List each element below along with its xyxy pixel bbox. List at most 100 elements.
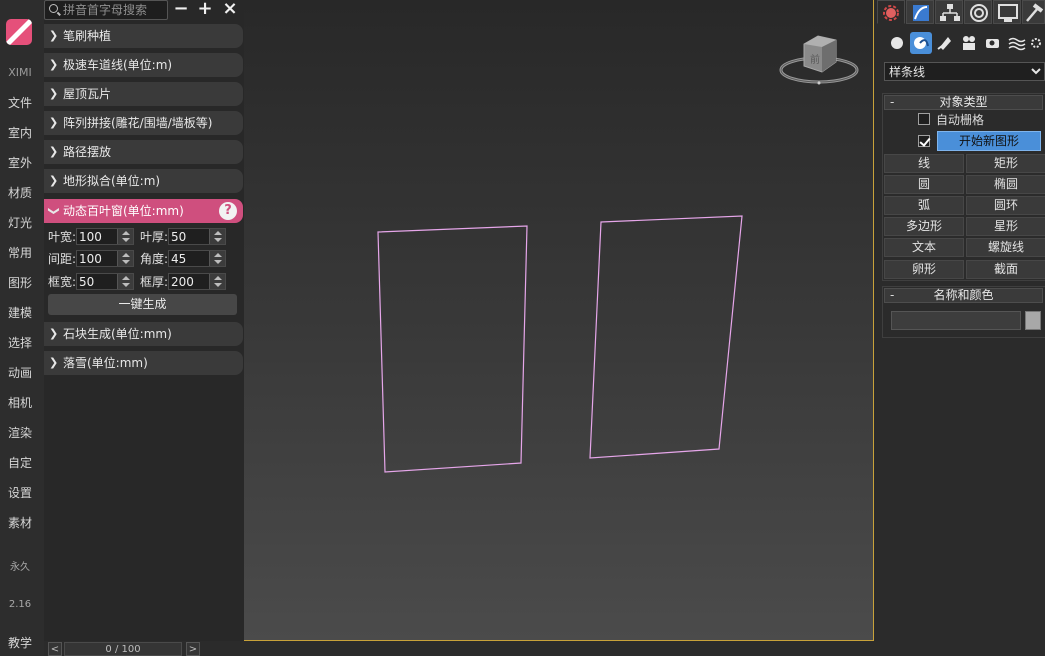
nav-exterior[interactable]: 室外 — [0, 155, 40, 171]
tab-hierarchy[interactable] — [935, 0, 963, 24]
spinner-arrows-icon[interactable] — [117, 274, 133, 289]
spacing-input[interactable] — [77, 251, 117, 266]
shape-ellipse-button[interactable]: 椭圆 — [966, 175, 1045, 194]
section-dynamic-louver[interactable]: ❯ 动态百叶窗(单位:mm) ? — [44, 199, 243, 223]
lights-category-icon[interactable] — [934, 32, 956, 54]
nav-modeling[interactable]: 建模 — [0, 305, 40, 321]
blade-width-spinner[interactable] — [76, 228, 134, 245]
shape-egg-button[interactable]: 卵形 — [884, 260, 964, 279]
section-stone-generation[interactable]: ❯ 石块生成(单位:mm) — [44, 322, 243, 346]
spacing-spinner[interactable] — [76, 250, 134, 267]
shape-line-button[interactable]: 线 — [884, 154, 964, 173]
nav-custom[interactable]: 自定 — [0, 455, 40, 471]
spinner-arrows-icon[interactable] — [117, 229, 133, 244]
shape-arc-button[interactable]: 弧 — [884, 196, 964, 215]
spline-shape-left[interactable] — [377, 225, 528, 473]
help-icon[interactable]: ? — [219, 202, 237, 220]
shape-ngon-button[interactable]: 多边形 — [884, 217, 964, 236]
cameras-category-icon[interactable] — [958, 32, 980, 54]
nav-render[interactable]: 渲染 — [0, 425, 40, 441]
viewport-3d[interactable]: 前 — [244, 0, 874, 641]
shape-donut-button[interactable]: 圆环 — [966, 196, 1045, 215]
search-input[interactable] — [63, 2, 165, 18]
shape-circle-button[interactable]: 圆 — [884, 175, 964, 194]
start-new-shape-button[interactable]: 开始新图形 — [937, 131, 1041, 151]
frame-thick-input[interactable] — [169, 274, 209, 289]
blade-width-input[interactable] — [77, 229, 117, 244]
name-color-header[interactable]: - 名称和颜色 — [884, 288, 1043, 303]
frame-width-spinner[interactable] — [76, 273, 134, 290]
geometry-category-icon[interactable] — [886, 32, 908, 54]
nav-shape[interactable]: 图形 — [0, 275, 40, 291]
blade-thick-spinner[interactable] — [168, 228, 226, 245]
shape-rectangle-button[interactable]: 矩形 — [966, 154, 1045, 173]
nav-material[interactable]: 材质 — [0, 185, 40, 201]
blade-thick-input[interactable] — [169, 229, 209, 244]
frame-width-input[interactable] — [77, 274, 117, 289]
collapse-minus-icon[interactable]: - — [890, 289, 894, 302]
autogrid-label: 自动栅格 — [936, 113, 985, 127]
tab-modify[interactable] — [906, 0, 934, 24]
spinner-arrows-icon[interactable] — [209, 229, 225, 244]
section-array-tiling[interactable]: ❯ 阵列拼接(雕花/围墙/墙板等) — [44, 111, 243, 135]
chevron-right-icon: ❯ — [49, 29, 59, 42]
nav-animation[interactable]: 动画 — [0, 365, 40, 381]
frame-thick-spinner[interactable] — [168, 273, 226, 290]
section-path-placement[interactable]: ❯ 路径摆放 — [44, 140, 243, 164]
next-page-button[interactable]: > — [186, 642, 200, 656]
nav-select[interactable]: 选择 — [0, 335, 40, 351]
spinner-arrows-icon[interactable] — [209, 251, 225, 266]
viewport-canvas[interactable]: 前 — [244, 0, 874, 641]
section-label: 石块生成(单位:mm) — [63, 327, 172, 341]
motion-tab-icon — [970, 4, 988, 22]
nav-tutorial[interactable]: 教学 — [0, 635, 40, 651]
add-button[interactable]: + — [195, 0, 215, 20]
start-new-shape-checkbox[interactable] — [918, 135, 930, 147]
collapse-minus-icon[interactable]: - — [890, 96, 894, 109]
nav-camera[interactable]: 相机 — [0, 395, 40, 411]
object-type-header[interactable]: - 对象类型 — [884, 95, 1043, 110]
shape-text-button[interactable]: 文本 — [884, 238, 964, 257]
shape-section-button[interactable]: 截面 — [966, 260, 1045, 279]
shape-star-button[interactable]: 星形 — [966, 217, 1045, 236]
nav-common[interactable]: 常用 — [0, 245, 40, 261]
section-snowfall[interactable]: ❯ 落雪(单位:mm) — [44, 351, 243, 375]
collapse-button[interactable]: − — [171, 0, 191, 20]
prev-page-button[interactable]: < — [48, 642, 62, 656]
object-name-field[interactable] — [891, 311, 1021, 330]
autogrid-checkbox[interactable] — [918, 113, 930, 125]
section-brush-planting[interactable]: ❯ 笔刷种植 — [44, 24, 243, 48]
generate-button[interactable]: 一键生成 — [48, 294, 237, 315]
hierarchy-tab-icon-root — [947, 4, 953, 9]
chevron-right-icon: ❯ — [49, 145, 59, 158]
shapes-category-icon[interactable] — [910, 32, 932, 54]
nav-settings[interactable]: 设置 — [0, 485, 40, 501]
tab-utilities[interactable] — [1022, 0, 1045, 24]
shape-type-select[interactable]: 样条线 — [884, 62, 1045, 81]
section-terrain-fit[interactable]: ❯ 地形拟合(单位:m) — [44, 169, 243, 193]
shape-helix-button[interactable]: 螺旋线 — [966, 238, 1045, 257]
section-lane-lines[interactable]: ❯ 极速车道线(单位:m) — [44, 53, 243, 77]
tab-motion[interactable] — [964, 0, 992, 24]
spinner-arrows-icon[interactable] — [209, 274, 225, 289]
spline-shape-right[interactable] — [589, 215, 743, 459]
spacewarps-category-icon[interactable] — [1006, 32, 1028, 54]
nav-light[interactable]: 灯光 — [0, 215, 40, 231]
nav-interior[interactable]: 室内 — [0, 125, 40, 141]
object-color-swatch[interactable] — [1025, 311, 1041, 330]
spinner-arrows-icon[interactable] — [117, 251, 133, 266]
systems-category-icon[interactable] — [1028, 32, 1045, 54]
page-counter[interactable]: 0 / 100 — [64, 642, 182, 656]
nav-assets[interactable]: 素材 — [0, 515, 40, 531]
angle-input[interactable] — [169, 251, 209, 266]
tab-create[interactable] — [877, 0, 905, 24]
section-roof-tiles[interactable]: ❯ 屋顶瓦片 — [44, 82, 243, 106]
viewcube-icon[interactable]: 前 — [779, 35, 859, 85]
helpers-category-icon[interactable] — [982, 32, 1004, 54]
gears-icon — [1031, 38, 1041, 48]
tab-display[interactable] — [993, 0, 1021, 24]
search-box[interactable] — [44, 0, 168, 20]
close-button[interactable]: × — [220, 0, 240, 20]
angle-spinner[interactable] — [168, 250, 226, 267]
nav-file[interactable]: 文件 — [0, 95, 40, 111]
